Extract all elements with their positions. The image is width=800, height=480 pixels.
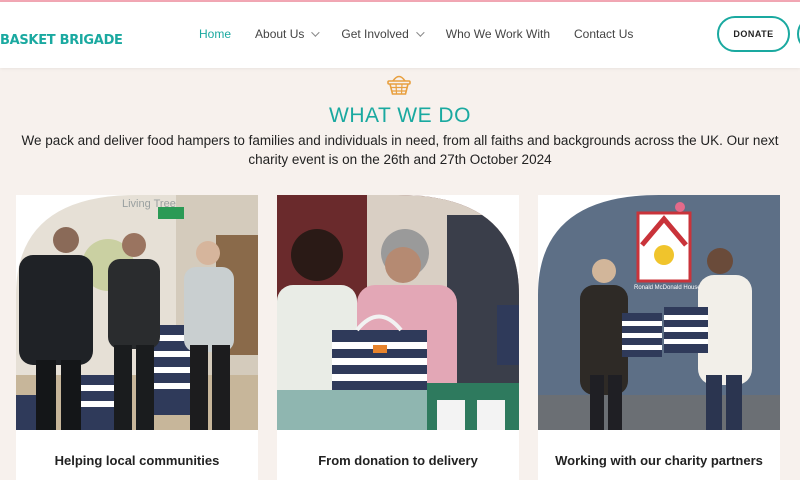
card-photo: Ronald McDonald House Charities xyxy=(538,195,780,430)
nav-contact-us-label: Contact Us xyxy=(574,27,634,41)
nav-get-involved-label: Get Involved xyxy=(341,27,409,41)
site-header: BASKET BRIGADE Home About Us Get Involve… xyxy=(0,2,800,68)
nav-about-us[interactable]: About Us xyxy=(255,27,321,41)
packing-hampers-image xyxy=(277,195,519,430)
section-intro: We pack and deliver food hampers to fami… xyxy=(21,133,779,167)
card-helping-local-communities[interactable]: Living Tree Helping local communities xyxy=(16,195,258,480)
main-nav: Home About Us Get Involved Who We Work W… xyxy=(199,27,657,41)
card-working-with-charity-partners[interactable]: Ronald McDonald House Charities Working … xyxy=(538,195,780,480)
section-heading: WHAT WE DO xyxy=(329,104,471,127)
card-photo: Living Tree xyxy=(16,195,258,430)
nav-home[interactable]: Home xyxy=(199,27,231,41)
card-from-donation-to-delivery[interactable]: From donation to delivery xyxy=(277,195,519,480)
card-title: Working with our charity partners xyxy=(555,453,763,468)
card-photo xyxy=(277,195,519,430)
nav-who-we-work-with[interactable]: Who We Work With xyxy=(446,27,550,41)
chevron-down-icon xyxy=(311,28,321,37)
nav-about-us-label: About Us xyxy=(255,27,305,41)
nav-who-we-work-with-label: Who We Work With xyxy=(445,27,550,41)
logo[interactable]: BASKET BRIGADE xyxy=(0,33,123,48)
charity-partners-image: Ronald McDonald House Charities xyxy=(538,195,780,430)
donate-button[interactable]: DONATE xyxy=(717,16,790,52)
photo-text: Living Tree xyxy=(122,198,176,210)
community-volunteers-image: Living Tree xyxy=(16,195,258,430)
card-title: From donation to delivery xyxy=(318,453,478,468)
chevron-down-icon xyxy=(415,28,425,37)
basket-icon xyxy=(387,75,411,95)
nav-home-label: Home xyxy=(199,27,232,41)
nav-get-involved[interactable]: Get Involved xyxy=(341,27,425,41)
nav-contact-us[interactable]: Contact Us xyxy=(574,27,633,41)
card-title: Helping local communities xyxy=(54,453,220,468)
